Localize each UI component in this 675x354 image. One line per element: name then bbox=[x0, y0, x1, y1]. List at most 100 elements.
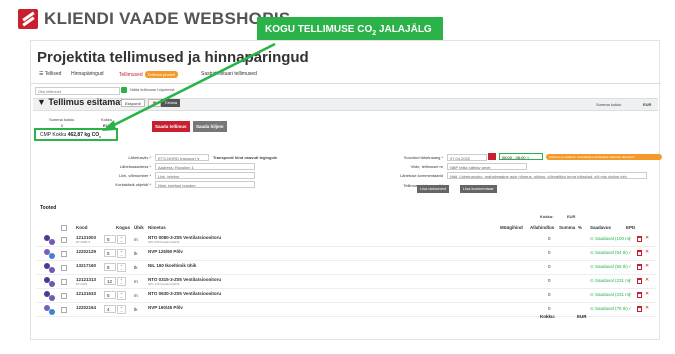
row-name[interactable]: NVP 160/45 Põlv bbox=[148, 305, 183, 310]
order-search-input[interactable]: Otsi tellimust bbox=[35, 87, 120, 95]
reference-input[interactable]: NBP tellia nähtav arvel bbox=[447, 163, 527, 170]
col-kogus: Kogus bbox=[116, 225, 130, 230]
co2-footprint-box: CMP Kokku 462,87 kg CO2 bbox=[34, 128, 118, 141]
cancel-order-button[interactable]: Tühista bbox=[161, 99, 181, 107]
product-thumbnail-icon bbox=[44, 263, 55, 273]
qty-stepper[interactable]: + − bbox=[117, 263, 126, 272]
row-name[interactable]: NIL 160 Ikoeltimik ühik bbox=[148, 263, 196, 268]
row-checkbox[interactable] bbox=[61, 293, 67, 299]
add-document-button[interactable]: Lisa dokument bbox=[417, 185, 450, 193]
calendar-icon[interactable] bbox=[488, 153, 496, 160]
contact-input[interactable]: Liini, telefon bbox=[155, 172, 255, 179]
comment-input[interactable]: Näit. Lähetuspuhu, mahalmaaine aule nõng… bbox=[447, 172, 647, 179]
row-unit: m bbox=[134, 293, 138, 298]
co2-label: CMP Kokku bbox=[40, 132, 67, 138]
close-icon[interactable]: ✕ bbox=[645, 249, 649, 255]
check-icon: ✓ bbox=[628, 236, 632, 241]
site-contact-input[interactable]: Nimi, telefoni number bbox=[155, 181, 255, 188]
row-code-sub: ET-0080-3 bbox=[76, 240, 91, 244]
qty-stepper[interactable]: + − bbox=[117, 249, 126, 258]
row-code: 13217160 bbox=[76, 263, 97, 268]
table-row: 12202129 5 + − tk NVP 125/90 Põlv 0 ⊙ Saadaval … bbox=[36, 247, 656, 261]
qty-stepper[interactable]: + − bbox=[117, 277, 126, 286]
tab-tellimused[interactable]: Tellimused Tellimus pooleli bbox=[119, 71, 178, 78]
export-button[interactable]: Ekspordi bbox=[121, 99, 145, 107]
close-icon[interactable]: ✕ bbox=[645, 263, 649, 269]
qty-stepper[interactable]: + − bbox=[117, 235, 126, 244]
tab-tellised[interactable]: ☰ Tellised bbox=[39, 71, 61, 77]
check-icon: ✓ bbox=[628, 306, 632, 311]
row-qty-input[interactable]: 5 bbox=[104, 249, 116, 257]
product-thumbnail-icon bbox=[44, 235, 55, 245]
show-history-label: Näita tellimuse hüpelmist bbox=[130, 87, 175, 92]
col-nimetus[interactable]: Nimetus bbox=[148, 225, 166, 230]
contact-label: Liini, võtmumber * bbox=[118, 173, 151, 178]
row-name[interactable]: NVP 125/90 Põlv bbox=[148, 249, 183, 254]
trash-icon[interactable] bbox=[637, 306, 642, 312]
row-availability: ⊙ Saadaval (94 tk) bbox=[590, 250, 628, 255]
table-row: 12121003 ET-0080-3 5 + − m NTO 0080-3-Z05 Vent… bbox=[36, 233, 656, 247]
product-thumbnail-icon bbox=[44, 291, 55, 301]
row-unit: tk bbox=[134, 251, 138, 256]
col-epd: EPD bbox=[626, 225, 636, 230]
row-qty-input[interactable]: 5 bbox=[104, 235, 116, 243]
table-row: 12121633 5 + − m NTO 0630-3-Z05 Ventilatsioon… bbox=[36, 289, 656, 303]
row-unit: m bbox=[134, 237, 138, 242]
col-saadavus: Saadavus bbox=[590, 225, 612, 230]
qty-stepper[interactable]: + − bbox=[117, 291, 126, 300]
trash-icon[interactable]: 🗑 bbox=[148, 99, 162, 107]
row-checkbox[interactable] bbox=[61, 251, 67, 257]
tab-badge: Tellimus pooleli bbox=[144, 71, 178, 78]
close-icon[interactable]: ✕ bbox=[645, 277, 649, 283]
row-sum: 0 bbox=[548, 278, 551, 283]
row-name[interactable]: NTO 0630-3-Z05 Ventilatsioonitoru bbox=[148, 291, 221, 296]
delivery-time-select[interactable]: 08:00 - 08:00 ∨ bbox=[499, 153, 543, 160]
submit-order-button[interactable]: Saada tellimus bbox=[152, 121, 190, 132]
section-sum-label: Summa kokku bbox=[596, 102, 622, 107]
row-availability: ⊙ Saadaval (231 m) bbox=[590, 278, 631, 283]
trash-icon[interactable] bbox=[637, 278, 642, 284]
brand-logo-icon bbox=[18, 9, 38, 29]
select-all-checkbox[interactable] bbox=[61, 225, 67, 231]
row-code: 12202129 bbox=[76, 249, 97, 254]
row-checkbox[interactable] bbox=[61, 265, 67, 271]
check-icon: ✓ bbox=[628, 250, 632, 255]
table-row: 12121313 ET-0315 12 + − m NTO 0315-3-Z05 Venti… bbox=[36, 275, 656, 289]
row-qty-input[interactable]: 4 bbox=[104, 305, 116, 313]
row-qty-input[interactable]: 12 bbox=[104, 277, 116, 285]
trash-icon[interactable] bbox=[637, 250, 642, 256]
qty-stepper[interactable]: + − bbox=[117, 305, 126, 314]
row-code-sub: ET-0315 bbox=[76, 282, 88, 286]
show-history-checkbox[interactable] bbox=[121, 87, 127, 93]
trash-icon[interactable] bbox=[637, 236, 642, 242]
row-checkbox[interactable] bbox=[61, 237, 67, 243]
product-thumbnail-icon bbox=[44, 277, 55, 287]
delivery-method-select[interactable]: ETS-NORD transport ∨ bbox=[155, 154, 209, 161]
row-unit: m bbox=[134, 279, 138, 284]
trash-icon[interactable] bbox=[637, 264, 642, 270]
brand-title: KLIENDI VAADE WEBSHOPIS bbox=[44, 9, 291, 28]
section-currency: EUR bbox=[643, 102, 652, 107]
tab-hinnaparingud[interactable]: Hinnapäringud bbox=[71, 71, 104, 77]
check-icon: ✓ bbox=[628, 278, 632, 283]
product-thumbnail-icon bbox=[44, 249, 55, 259]
col-kood[interactable]: Kood bbox=[76, 225, 88, 230]
reference-label: Viide, tellimusel nr bbox=[410, 164, 443, 169]
trash-icon[interactable] bbox=[637, 292, 642, 298]
delivery-address-input[interactable]: Aadress: Rooslinn 1 bbox=[155, 163, 255, 170]
row-qty-input[interactable]: 5 bbox=[104, 291, 116, 299]
tab-sastrid[interactable]: Sastrid ostuari tellimused bbox=[201, 71, 257, 77]
delivery-date-input[interactable]: 07.04.2020 bbox=[447, 154, 487, 161]
product-thumbnail-icon bbox=[44, 305, 55, 315]
row-checkbox[interactable] bbox=[61, 307, 67, 313]
close-icon[interactable]: ✕ bbox=[645, 305, 649, 311]
save-later-button[interactable]: Saada hiljem bbox=[193, 121, 227, 132]
row-qty-input[interactable]: 8 bbox=[104, 263, 116, 271]
table-row: 12202164 4 + − tk NVP 160/45 Põlv 0 ⊙ Saadaval … bbox=[36, 303, 656, 317]
goods-title: Tooted bbox=[40, 205, 57, 211]
add-comment-button[interactable]: Lisa kommentaar bbox=[460, 185, 497, 193]
close-icon[interactable]: ✕ bbox=[645, 235, 649, 241]
close-icon[interactable]: ✕ bbox=[645, 291, 649, 297]
section-title[interactable]: ▼ Tellimus esitamata bbox=[37, 97, 128, 107]
row-checkbox[interactable] bbox=[61, 279, 67, 285]
